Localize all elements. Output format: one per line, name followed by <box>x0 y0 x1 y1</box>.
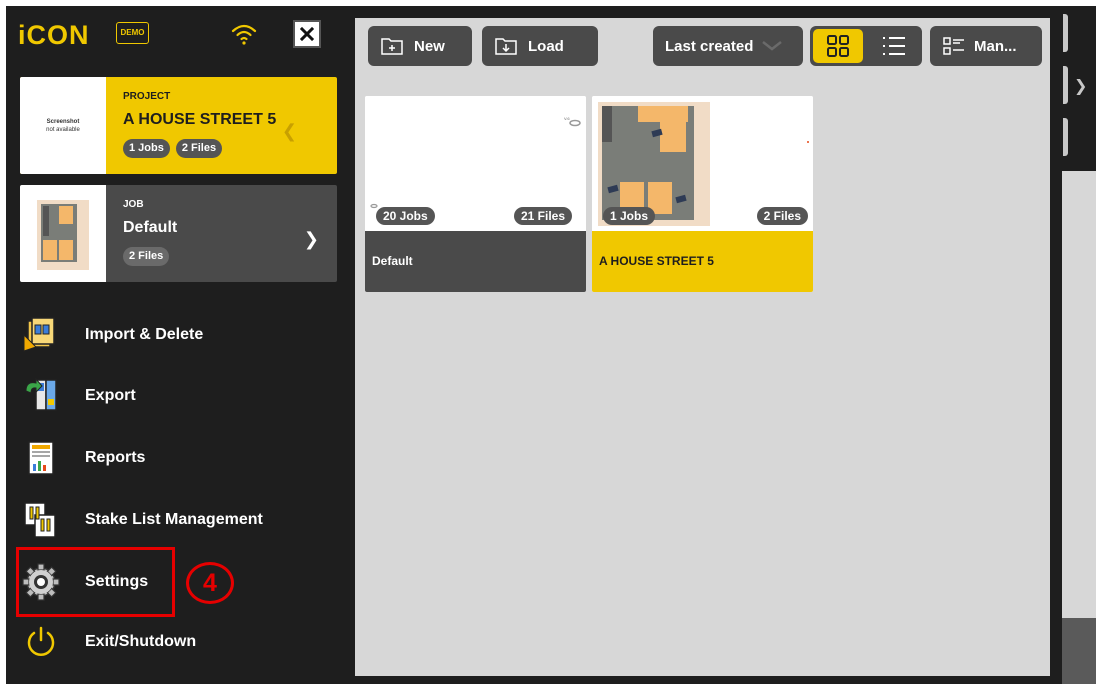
stake-list-icon <box>24 502 56 538</box>
load-folder-icon <box>495 38 517 55</box>
job-thumbnail <box>20 185 106 282</box>
menu-item-reports[interactable]: Reports <box>16 434 336 482</box>
list-view-button[interactable] <box>870 29 918 63</box>
power-icon <box>27 626 55 656</box>
thumbnail-placeholder-line1: Screenshot <box>46 118 80 125</box>
new-folder-icon <box>381 38 403 55</box>
job-files-badge: 2 Files <box>123 247 170 266</box>
close-icon <box>300 27 314 41</box>
project-kind-label: PROJECT <box>123 91 171 102</box>
load-button[interactable]: Load <box>482 26 598 66</box>
job-kind-label: JOB <box>123 199 144 210</box>
chevron-right-icon: ❯ <box>1074 78 1088 95</box>
right-strip-tab-2[interactable] <box>1063 118 1068 156</box>
settings-highlight-box <box>16 547 175 617</box>
tile-jobs-badge: 20 Jobs <box>376 207 435 225</box>
project-files-badge: 2 Files <box>175 139 223 158</box>
sidebar-header: iCON DEMO <box>6 6 348 66</box>
job-card[interactable]: JOB Default 2 Files ❯ <box>20 185 337 282</box>
menu-label-reports: Reports <box>85 449 146 466</box>
menu-item-export[interactable]: Export <box>16 372 336 420</box>
grid-view-icon <box>827 35 849 57</box>
right-strip-panel <box>1062 171 1096 618</box>
tile-files-badge: 21 Files <box>513 207 572 225</box>
chevron-down-icon <box>762 41 783 51</box>
chevron-left-icon[interactable]: ❮ <box>282 121 297 142</box>
tile-name: A HOUSE STREET 5 <box>592 231 813 292</box>
app-window: iCON DEMO Screenshot not available PROJE… <box>6 6 1096 684</box>
tile-files-badge: 2 Files <box>756 207 808 225</box>
menu-item-import-delete[interactable]: Import & Delete <box>16 311 336 359</box>
tile-name: Default <box>365 231 586 292</box>
menu-label-stake-list-management: Stake List Management <box>85 511 263 528</box>
sidebar: iCON DEMO Screenshot not available PROJE… <box>6 6 348 684</box>
job-info: JOB Default 2 Files ❯ <box>106 185 337 282</box>
view-toggle <box>810 26 922 66</box>
thumbnail-placeholder-line2: not available <box>46 126 80 133</box>
wifi-icon <box>231 24 257 45</box>
menu-label-exit-shutdown: Exit/Shutdown <box>85 633 197 650</box>
import-delete-icon <box>23 317 55 352</box>
manage-list-icon <box>943 37 964 55</box>
chevron-right-icon[interactable]: ❯ <box>304 229 319 250</box>
app-logo: iCON <box>18 20 90 50</box>
manage-label: Man... <box>974 37 1017 55</box>
new-button[interactable]: New <box>368 26 472 66</box>
project-thumbnail: Screenshot not available <box>20 77 106 174</box>
right-strip-footer <box>1062 618 1096 684</box>
menu-item-exit-shutdown[interactable]: Exit/Shutdown <box>16 618 336 666</box>
project-jobs-badge: 1 Jobs <box>123 139 170 158</box>
step-callout: 4 <box>186 562 234 604</box>
new-label: New <box>414 37 445 55</box>
project-browser: New Load Last created Man... V.6 20 Jobs… <box>355 18 1050 676</box>
close-button[interactable] <box>293 20 321 48</box>
list-view-icon <box>883 37 905 55</box>
svg-text:V.6: V.6 <box>564 116 570 121</box>
tile-jobs-badge: 1 Jobs <box>603 207 656 225</box>
export-icon <box>25 377 57 411</box>
menu-item-stake-list-management[interactable]: Stake List Management <box>16 496 336 544</box>
sort-label: Last created <box>665 37 754 55</box>
menu-label-import-delete: Import & Delete <box>85 326 204 343</box>
reports-icon <box>28 441 54 475</box>
floorplan-thumbnail-icon <box>37 199 89 270</box>
manage-button[interactable]: Man... <box>930 26 1042 66</box>
project-tile-default[interactable]: V.6 20 Jobs 21 Files Default <box>365 96 586 292</box>
grid-view-button[interactable] <box>813 29 863 63</box>
sort-dropdown[interactable]: Last created <box>653 26 803 66</box>
project-info: PROJECT A HOUSE STREET 5 1 Jobs 2 Files … <box>106 77 337 174</box>
project-name: A HOUSE STREET 5 <box>123 111 277 128</box>
project-tile-a-house-street-5[interactable]: 1 Jobs 2 Files A HOUSE STREET 5 <box>592 96 813 292</box>
right-panel-strip: ❯ <box>1058 6 1096 684</box>
load-label: Load <box>528 37 564 55</box>
expand-panel-button[interactable]: ❯ <box>1063 66 1087 106</box>
right-strip-tab-1[interactable] <box>1063 14 1068 52</box>
demo-badge: DEMO <box>116 22 149 44</box>
menu-label-export: Export <box>85 387 136 404</box>
project-card[interactable]: Screenshot not available PROJECT A HOUSE… <box>20 77 337 174</box>
